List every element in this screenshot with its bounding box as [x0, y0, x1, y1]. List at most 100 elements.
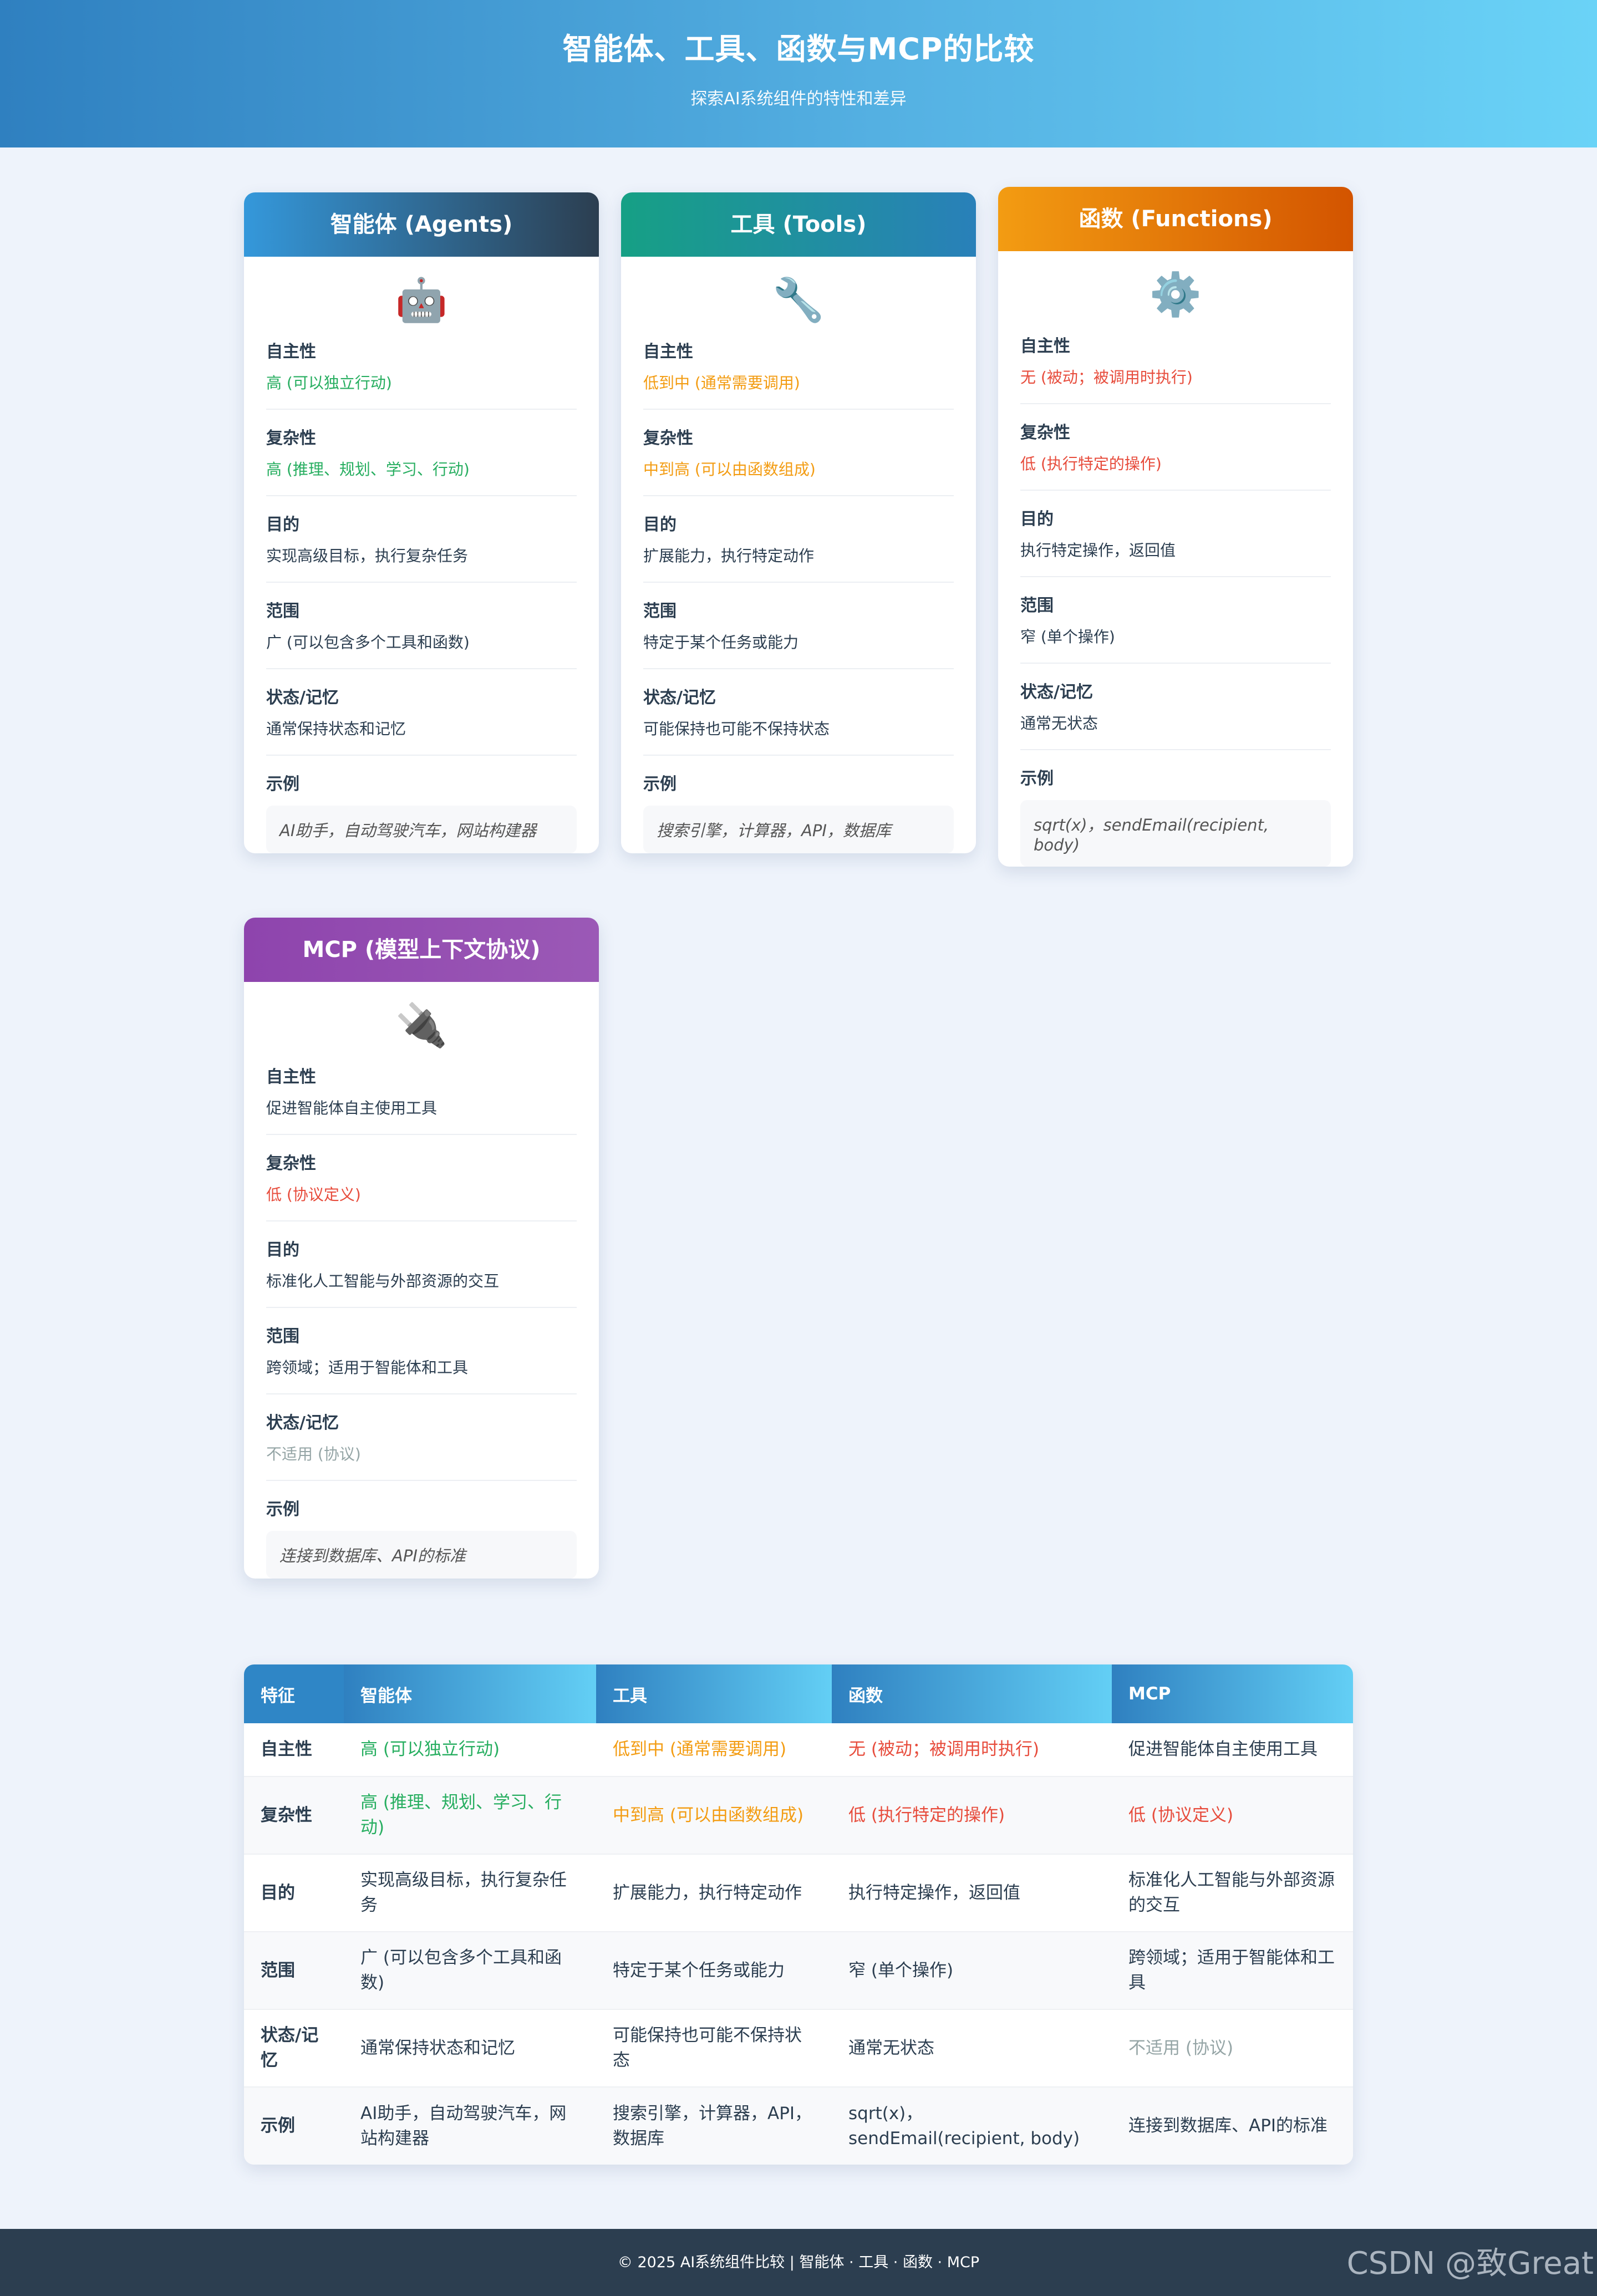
prop-value: 通常保持状态和记忆: [266, 720, 406, 738]
prop-label: 自主性: [266, 342, 316, 362]
gear-icon: ⚙️: [1149, 269, 1202, 319]
prop-complexity: 复杂性 中到高 (可以由函数组成): [643, 410, 954, 496]
card-mcp: MCP (模型上下文协议) 🔌 自主性 促进智能体自主使用工具 复杂性 低 (协…: [244, 918, 599, 1579]
table-cell: 窄 (单个操作): [832, 1932, 1112, 2010]
prop-label: 状态/记忆: [266, 1413, 339, 1433]
table-row: 自主性 高 (可以独立行动) 低到中 (通常需要调用) 无 (被动；被调用时执行…: [244, 1723, 1353, 1777]
card-header: 工具 (Tools): [621, 192, 976, 257]
prop-state: 状态/记忆 可能保持也可能不保持状态: [643, 669, 954, 756]
prop-value: 广 (可以包含多个工具和函数): [266, 633, 470, 651]
prop-label: 范围: [1020, 596, 1054, 615]
table-header-cell: 工具: [596, 1664, 832, 1723]
plug-icon: 🔌: [395, 1000, 448, 1050]
prop-complexity: 复杂性 高 (推理、规划、学习、行动): [266, 410, 577, 496]
prop-value: 不适用 (协议): [266, 1445, 361, 1463]
table-cell-feature: 状态/记忆: [244, 2009, 344, 2088]
table-cell: 扩展能力，执行特定动作: [596, 1854, 832, 1932]
prop-label: 范围: [266, 602, 299, 621]
page-title: 智能体、工具、函数与MCP的比较: [562, 32, 1035, 67]
prop-value: 高 (推理、规划、学习、行动): [266, 460, 470, 478]
watermark: CSDN @致Great: [1346, 2246, 1594, 2282]
page-header: 智能体、工具、函数与MCP的比较 探索AI系统组件的特性和差异: [0, 0, 1597, 147]
table-cell: 广 (可以包含多个工具和函数): [344, 1932, 596, 2010]
table-cell: sqrt(x)，sendEmail(recipient, body): [832, 2087, 1112, 2165]
prop-value: 扩展能力，执行特定动作: [643, 547, 815, 565]
prop-label: 自主性: [266, 1067, 316, 1087]
prop-label: 复杂性: [643, 429, 693, 448]
prop-state: 状态/记忆 不适用 (协议): [266, 1394, 577, 1481]
prop-label: 状态/记忆: [266, 688, 339, 707]
prop-purpose: 目的 执行特定操作，返回值: [1020, 491, 1331, 577]
table-cell: 低 (协议定义): [1112, 1776, 1353, 1855]
prop-complexity: 复杂性 低 (协议定义): [266, 1135, 577, 1221]
prop-value: 窄 (单个操作): [1020, 628, 1115, 646]
prop-value: 促进智能体自主使用工具: [266, 1099, 438, 1117]
prop-purpose: 目的 实现高级目标，执行复杂任务: [266, 496, 577, 583]
page-subtitle: 探索AI系统组件的特性和差异: [690, 89, 907, 109]
table-header-cell: 函数: [832, 1664, 1112, 1723]
prop-complexity: 复杂性 低 (执行特定的操作): [1020, 404, 1331, 491]
card-header: 函数 (Functions): [998, 187, 1353, 251]
table-cell-feature: 自主性: [244, 1723, 344, 1777]
prop-label: 示例: [266, 775, 299, 794]
table-cell: AI助手，自动驾驶汽车，网站构建器: [344, 2087, 596, 2165]
card-tools: 工具 (Tools) 🔧 自主性 低到中 (通常需要调用) 复杂性 中到高 (可…: [621, 192, 976, 853]
prop-label: 自主性: [1020, 337, 1070, 356]
prop-value: 高 (可以独立行动): [266, 374, 392, 392]
prop-label: 复杂性: [1020, 423, 1070, 442]
prop-example: 示例 搜索引擎，计算器，API，数据库: [643, 756, 954, 853]
prop-value: 可能保持也可能不保持状态: [643, 720, 830, 738]
prop-scope: 范围 广 (可以包含多个工具和函数): [266, 583, 577, 669]
prop-example: 示例 sqrt(x)，sendEmail(recipient, body): [1020, 750, 1331, 867]
table-header-cell: MCP: [1112, 1664, 1353, 1723]
table-cell: 低到中 (通常需要调用): [596, 1723, 832, 1777]
table-cell: 特定于某个任务或能力: [596, 1932, 832, 2010]
prop-value: 低 (执行特定的操作): [1020, 455, 1162, 473]
table-cell: 通常无状态: [832, 2009, 1112, 2088]
prop-state: 状态/记忆 通常无状态: [1020, 664, 1331, 750]
prop-value: 低 (协议定义): [266, 1185, 361, 1204]
card-title: 工具 (Tools): [730, 212, 867, 237]
prop-purpose: 目的 标准化人工智能与外部资源的交互: [266, 1221, 577, 1308]
prop-autonomy: 自主性 无 (被动；被调用时执行): [1020, 318, 1331, 404]
table-row: 复杂性 高 (推理、规划、学习、行动) 中到高 (可以由函数组成) 低 (执行特…: [244, 1776, 1353, 1855]
robot-icon: 🤖: [395, 275, 448, 324]
table-row: 状态/记忆 通常保持状态和记忆 可能保持也可能不保持状态 通常无状态 不适用 (…: [244, 2009, 1353, 2088]
prop-label: 示例: [1020, 769, 1054, 788]
table-cell: 可能保持也可能不保持状态: [596, 2009, 832, 2088]
table-cell-feature: 范围: [244, 1932, 344, 2010]
prop-autonomy: 自主性 促进智能体自主使用工具: [266, 1048, 577, 1135]
prop-scope: 范围 特定于某个任务或能力: [643, 583, 954, 669]
prop-value: 低到中 (通常需要调用): [643, 374, 800, 392]
footer-text: © 2025 AI系统组件比较 | 智能体 · 工具 · 函数 · MCP: [617, 2254, 980, 2271]
table-cell: 执行特定操作，返回值: [832, 1854, 1112, 1932]
table-cell: 高 (推理、规划、学习、行动): [344, 1776, 596, 1855]
prop-label: 示例: [643, 775, 677, 794]
prop-label: 示例: [266, 1500, 299, 1519]
prop-value: 标准化人工智能与外部资源的交互: [266, 1272, 500, 1290]
table-row: 目的 实现高级目标，执行复杂任务 扩展能力，执行特定动作 执行特定操作，返回值 …: [244, 1854, 1353, 1932]
table-row: 示例 AI助手，自动驾驶汽车，网站构建器 搜索引擎，计算器，API，数据库 sq…: [244, 2087, 1353, 2165]
prop-label: 目的: [643, 515, 677, 534]
example-box: sqrt(x)，sendEmail(recipient, body): [1020, 800, 1331, 867]
wrench-icon: 🔧: [772, 275, 825, 324]
prop-label: 目的: [266, 1240, 299, 1260]
table-header-cell: 特征: [244, 1664, 344, 1723]
table-cell: 无 (被动；被调用时执行): [832, 1723, 1112, 1777]
prop-state: 状态/记忆 通常保持状态和记忆: [266, 669, 577, 756]
prop-label: 自主性: [643, 342, 693, 362]
table-cell-feature: 复杂性: [244, 1776, 344, 1855]
table-cell: 不适用 (协议): [1112, 2009, 1353, 2088]
table-cell: 跨领域；适用于智能体和工具: [1112, 1932, 1353, 2010]
table-cell: 实现高级目标，执行复杂任务: [344, 1854, 596, 1932]
card-title: 智能体 (Agents): [330, 212, 513, 237]
prop-label: 复杂性: [266, 429, 316, 448]
comparison-table: 特征 智能体 工具 函数 MCP 自主性 高 (可以独立行动) 低到中 (通常需…: [244, 1664, 1353, 2165]
prop-label: 范围: [643, 602, 677, 621]
table-cell-feature: 目的: [244, 1854, 344, 1932]
table-cell: 搜索引擎，计算器，API，数据库: [596, 2087, 832, 2165]
prop-label: 状态/记忆: [1020, 683, 1093, 702]
example-box: AI助手，自动驾驶汽车，网站构建器: [266, 806, 577, 853]
table-cell: 标准化人工智能与外部资源的交互: [1112, 1854, 1353, 1932]
prop-label: 复杂性: [266, 1154, 316, 1173]
